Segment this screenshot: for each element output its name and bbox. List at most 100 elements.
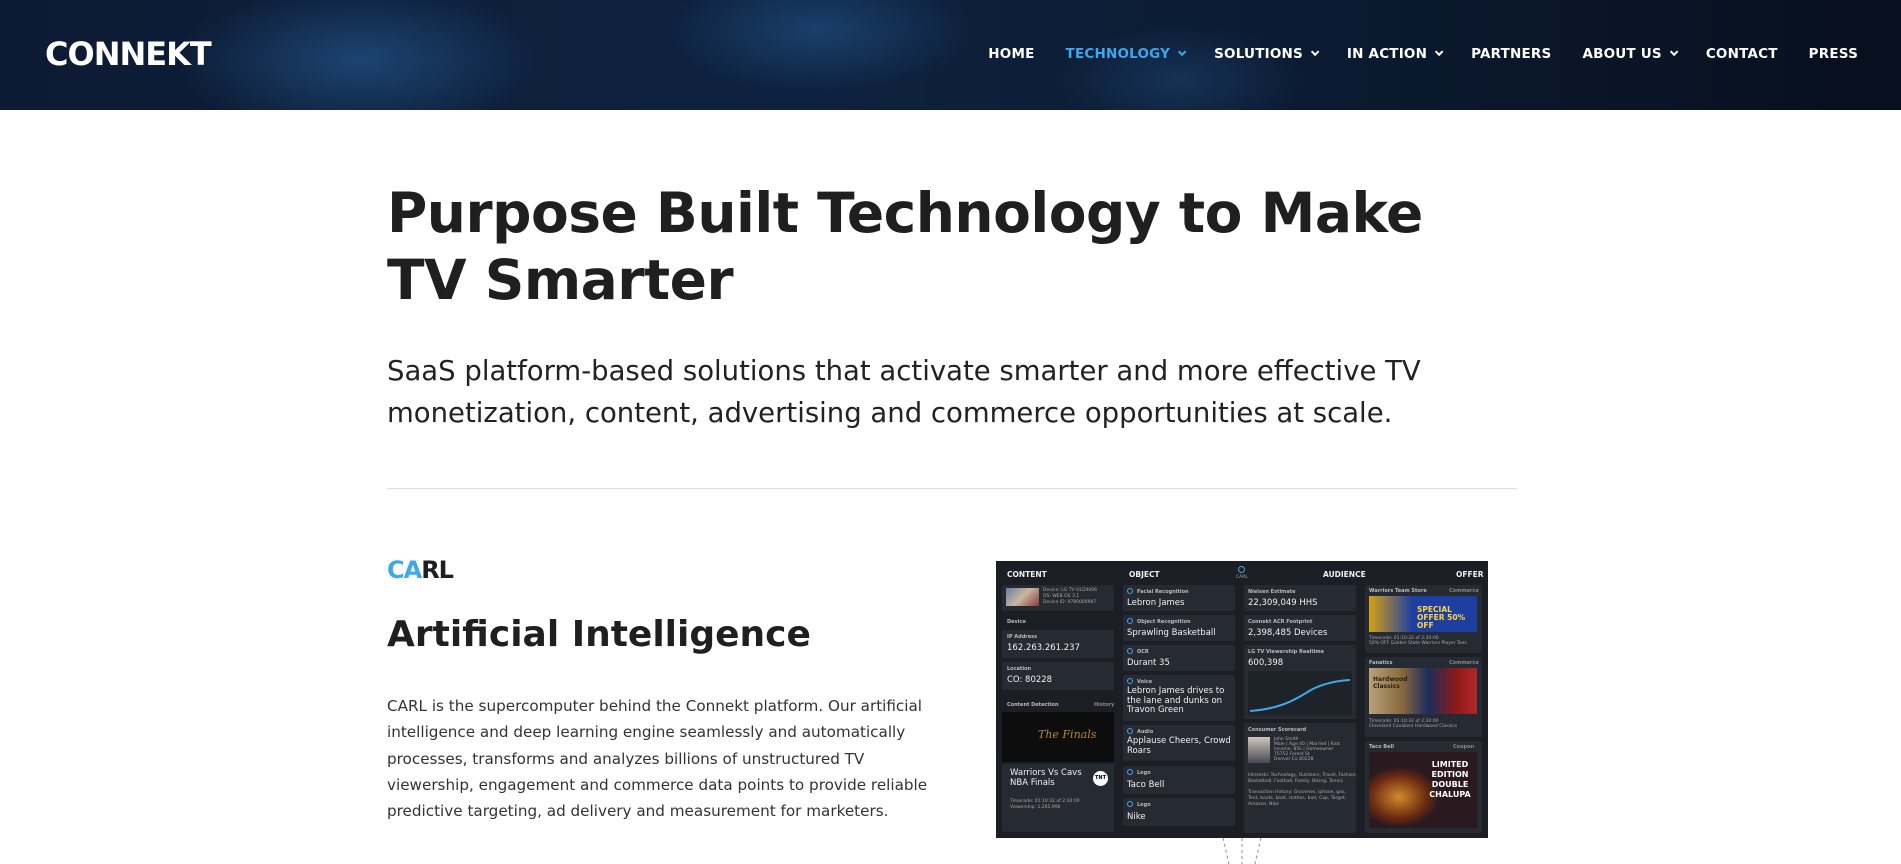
carl-dashboard-image: CONTENT OBJECT CARL AUDIENCE OFFER Devic… <box>996 561 1488 838</box>
offer-banner: Hardwood Classics <box>1369 668 1477 714</box>
object-card: Object Recognition Sprawling Basketball <box>1123 615 1235 641</box>
realtime-value: 600,398 <box>1248 658 1284 668</box>
transactions: Amazon, Nike <box>1248 802 1279 807</box>
logo-text: CONNEKT <box>45 35 212 73</box>
section-divider <box>387 488 1517 489</box>
object-value: Durant 35 <box>1127 658 1170 668</box>
program-subtitle: NBA Finals <box>1010 778 1055 788</box>
finals-text: The Finals <box>1038 728 1097 741</box>
object-card: Facial Recognition Lebron James <box>1123 585 1235 611</box>
logo-icon <box>1127 801 1133 807</box>
object-label: Logo <box>1137 802 1151 808</box>
object-card: Voice Lebron James drives to the lane an… <box>1123 675 1235 721</box>
offer-banner-text: SPECIAL OFFER 50% OFF <box>1417 605 1466 630</box>
device-info: Device: LG TV OLD4006 <box>1043 588 1097 593</box>
nav-label: ABOUT US <box>1582 46 1662 62</box>
chevron-down-icon <box>1669 47 1679 57</box>
acr-card: Connekt ACR Footprint 2,398,485 Devices <box>1244 615 1356 641</box>
acr-value: 2,398,485 Devices <box>1248 628 1328 638</box>
offer-banner: SPECIAL OFFER 50% OFF <box>1369 596 1477 632</box>
tnt-badge-icon: TNT <box>1093 771 1108 786</box>
nav-label: IN ACTION <box>1346 46 1428 62</box>
finals-thumbnail: The Finals <box>1002 712 1114 762</box>
nav-solutions[interactable]: SOLUTIONS <box>1214 46 1320 62</box>
body-line: CARL is the supercomputer behind the Con… <box>387 697 923 715</box>
nav-about-us[interactable]: ABOUT US <box>1582 46 1679 62</box>
carl-label-rest: RL <box>421 556 454 584</box>
nav-partners[interactable]: PARTNERS <box>1471 46 1551 62</box>
ip-label: IP Address <box>1007 634 1038 640</box>
scorecard-card: Consumer Scorecard John Smith Male | Age… <box>1244 723 1357 833</box>
offer-card: Fanatics Commerce Hardwood Classics Time… <box>1365 657 1482 737</box>
nav-in-action[interactable]: IN ACTION <box>1346 46 1444 62</box>
object-card: OCR Durant 35 <box>1123 645 1235 671</box>
offer-banner-text: LIMITED EDITION DOUBLE CHALUPA <box>1429 760 1471 799</box>
carl-label: CARL <box>387 556 454 584</box>
program-title: Warriors Vs Cavs <box>1010 768 1082 778</box>
nav-press[interactable]: PRESS <box>1809 46 1858 62</box>
section-title: Artificial Intelligence <box>387 614 811 655</box>
offer-tag: Commerce <box>1449 588 1479 594</box>
nav-label: SOLUTIONS <box>1214 46 1303 62</box>
nielsen-value: 22,309,049 HHS <box>1248 598 1318 608</box>
dash-header-offer: OFFER <box>1456 570 1484 579</box>
object-icon <box>1127 618 1133 624</box>
object-value: Lebron James drives to the lane and dunk… <box>1127 686 1225 715</box>
viewership-line-chart <box>1248 671 1352 715</box>
viewership: Viewership: 1,265,996 <box>1010 805 1061 810</box>
tv-thumbnail <box>1006 588 1039 606</box>
body-line: processes, transforms and analyzes billi… <box>387 749 865 768</box>
offer-label: Fanatics <box>1369 660 1393 666</box>
nielsen-card: Nielsen Estimate 22,309,049 HHS <box>1244 585 1356 611</box>
nav-home[interactable]: HOME <box>988 46 1034 62</box>
page-title-line: TV Smarter <box>387 248 734 312</box>
device-label: Device <box>1007 619 1026 625</box>
connekt-logo[interactable]: CONNEKT <box>45 34 212 74</box>
object-card: Logo Taco Bell <box>1123 766 1235 794</box>
ip-value: 162.263.261.237 <box>1007 643 1081 653</box>
offer-tag: Commerce <box>1449 660 1479 666</box>
page-subtitle: SaaS platform-based solutions that activ… <box>387 350 1507 434</box>
offer-tag: Coupon <box>1453 744 1475 750</box>
object-label: Object Recognition <box>1137 619 1191 625</box>
body-line: predictive targeting, ad delivery and me… <box>387 802 889 821</box>
scorecard-info: Denver Co 80228 <box>1274 757 1314 762</box>
audio-icon <box>1127 728 1133 734</box>
section-body: CARL is the supercomputer behind the Con… <box>387 693 947 824</box>
realtime-label: LG TV Viewership Realtime <box>1248 649 1325 655</box>
nav-label: CONTACT <box>1705 46 1778 62</box>
dash-header-audience: AUDIENCE <box>1323 570 1366 579</box>
nav-technology[interactable]: TECHNOLOGY <box>1066 46 1187 62</box>
object-value: Nike <box>1127 812 1146 822</box>
subtitle-line: monetization, content, advertising and c… <box>387 397 1393 429</box>
interests: Interests: Technology, Outdoors, Travel,… <box>1248 773 1357 778</box>
nielsen-label: Nielsen Estimate <box>1248 589 1296 595</box>
chevron-down-icon <box>1177 47 1187 57</box>
dash-header-object: OBJECT <box>1129 570 1160 579</box>
location-value: CO: 80228 <box>1007 675 1053 685</box>
ocr-icon <box>1127 648 1133 654</box>
realtime-card: LG TV Viewership Realtime 600,398 <box>1244 645 1356 719</box>
object-value: Sprawling Basketball <box>1127 628 1216 638</box>
object-value: Taco Bell <box>1127 780 1165 790</box>
subtitle-line: SaaS platform-based solutions that activ… <box>387 355 1421 387</box>
offer-banner-text: Hardwood Classics <box>1373 676 1408 690</box>
site-header: CONNEKT HOME TECHNOLOGY SOLUTIONS IN ACT… <box>0 0 1901 110</box>
object-label: Voice <box>1137 679 1153 685</box>
transactions: Tent, boots, boat, clothes, bait, Cap, T… <box>1248 796 1347 801</box>
main-nav: HOME TECHNOLOGY SOLUTIONS IN ACTION PART… <box>957 46 1858 62</box>
carl-logo-icon <box>1238 566 1245 573</box>
chevron-down-icon <box>1434 47 1444 57</box>
object-label: Facial Recognition <box>1137 589 1189 595</box>
body-line: viewership, engagement and commerce data… <box>387 775 928 794</box>
object-label: Logo <box>1137 770 1151 776</box>
logo-icon <box>1127 769 1133 775</box>
body-line: intelligence and deep learning engine se… <box>387 723 906 742</box>
device-info: Device ID: 9780000987 <box>1043 600 1097 605</box>
nav-label: PRESS <box>1808 46 1858 62</box>
location-card: Location CO: 80228 <box>1002 662 1114 690</box>
chevron-down-icon <box>1310 47 1320 57</box>
device-card: Device: LG TV OLD4006 OS: WEB OS 3.1 Dev… <box>1002 585 1114 611</box>
offer-line: 50% OFF Golden State Warriors Player Tee… <box>1369 641 1467 646</box>
nav-contact[interactable]: CONTACT <box>1706 46 1778 62</box>
